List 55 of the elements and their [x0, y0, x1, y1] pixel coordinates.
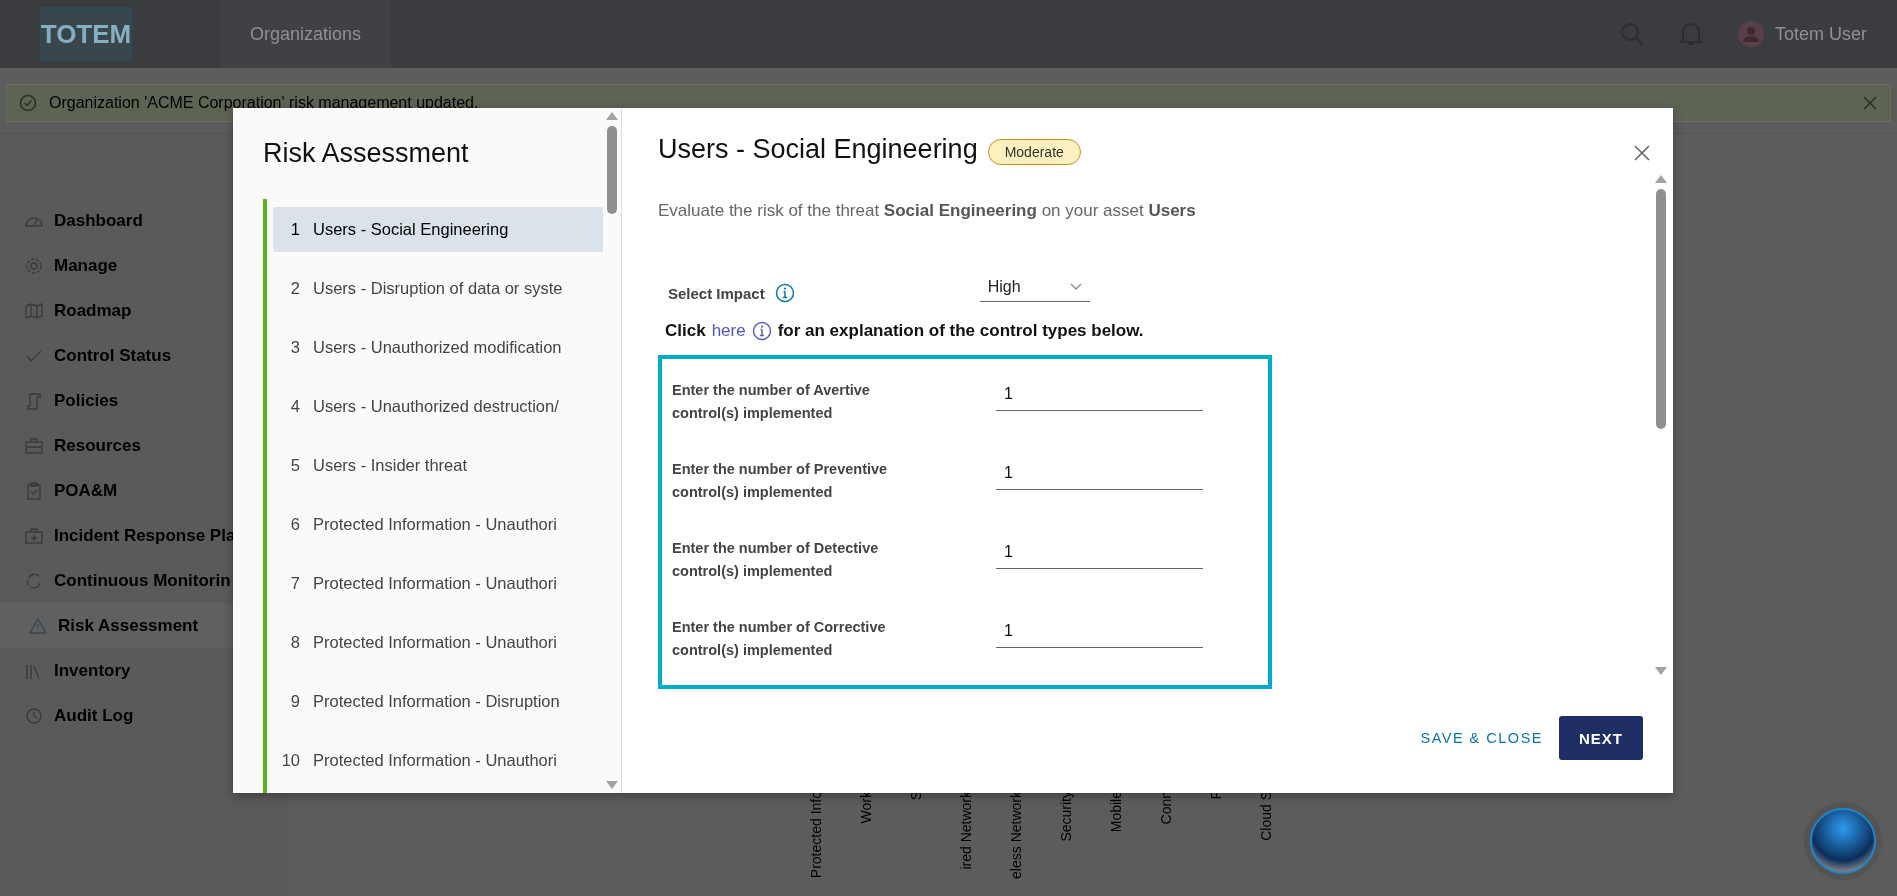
info-icon[interactable] — [751, 321, 772, 341]
dialog-title: Risk Assessment — [263, 138, 470, 169]
sidebar-label: Inventory — [54, 660, 131, 681]
sidebar-label: Control Status — [54, 345, 172, 366]
control-count-input[interactable]: 1 — [996, 539, 1203, 569]
map-icon — [24, 300, 44, 321]
sidebar-label: Roadmap — [54, 300, 132, 321]
check-circle-icon — [19, 94, 37, 112]
sidebar-label: Resources — [54, 435, 141, 456]
logo[interactable]: TOTEM — [40, 7, 132, 61]
sidebar-label: Continuous Monitorin — [54, 570, 231, 591]
close-icon[interactable] — [1862, 95, 1878, 111]
sidebar-label: POA&M — [54, 480, 118, 501]
impact-select[interactable]: High — [979, 272, 1090, 302]
sidebar-label: Policies — [54, 390, 119, 411]
control-count-label: Enter the number of Preventive control(s) implemented — [672, 460, 889, 502]
control-count-input[interactable]: 1 — [996, 460, 1203, 490]
control-count-input[interactable]: 1 — [996, 618, 1203, 648]
next-button[interactable]: NEXT — [1559, 716, 1643, 760]
risk-level-badge: Moderate — [987, 138, 1081, 165]
notification-message: Organization 'ACME Corporation' risk management updated. — [49, 94, 479, 112]
step-item[interactable]: 10 Protected Information - Unauthori — [273, 738, 603, 783]
step-item[interactable]: 1 Users - Social Engineering — [273, 207, 603, 252]
user-name[interactable]: Totem User — [1774, 23, 1867, 45]
threat-title: Users - Social Engineering — [658, 134, 978, 165]
sidebar-label: Dashboard — [54, 210, 143, 231]
medical-kit-icon — [24, 525, 44, 546]
here-link[interactable]: here — [711, 321, 746, 341]
sidebar-label: Risk Assessment — [58, 615, 199, 636]
info-icon[interactable] — [774, 283, 795, 303]
history-icon — [24, 705, 44, 726]
chart-axis-label: eless Network — [1008, 791, 1025, 879]
close-icon[interactable] — [1633, 143, 1651, 162]
briefcase-icon — [24, 435, 44, 456]
gear-icon — [24, 255, 44, 276]
chart-axis-label: Work — [858, 791, 875, 824]
clipboard-icon — [24, 480, 44, 501]
chevron-down-icon — [1069, 282, 1082, 291]
impact-label: Select Impact — [668, 284, 765, 302]
chart-axis-label: Mobile — [1108, 791, 1125, 833]
explanation-text: Click — [665, 321, 706, 341]
sidebar-label: Manage — [54, 255, 118, 276]
chart-axis-label: Security — [1058, 791, 1075, 842]
threat-description: Evaluate the risk of the threat Social Engineering on your asset Users — [658, 201, 1197, 221]
warning-icon — [28, 615, 48, 636]
control-count-label: Enter the number of Avertive control(s) implemented — [672, 381, 871, 423]
control-count-label: Enter the number of Detective control(s) implemented — [672, 539, 880, 581]
organizations-tab[interactable]: Organizations — [220, 0, 392, 68]
explanation-text: for an explanation of the control types below. — [777, 321, 1144, 341]
sidebar-label: Audit Log — [54, 705, 134, 726]
document-icon — [24, 390, 44, 411]
save-close-button[interactable]: SAVE & CLOSE — [1420, 720, 1543, 756]
chart-axis-label: ired Network — [958, 791, 975, 870]
control-count-input[interactable]: 1 — [996, 381, 1203, 411]
control-count-label: Enter the number of Corrective control(s) implemented — [672, 618, 887, 660]
